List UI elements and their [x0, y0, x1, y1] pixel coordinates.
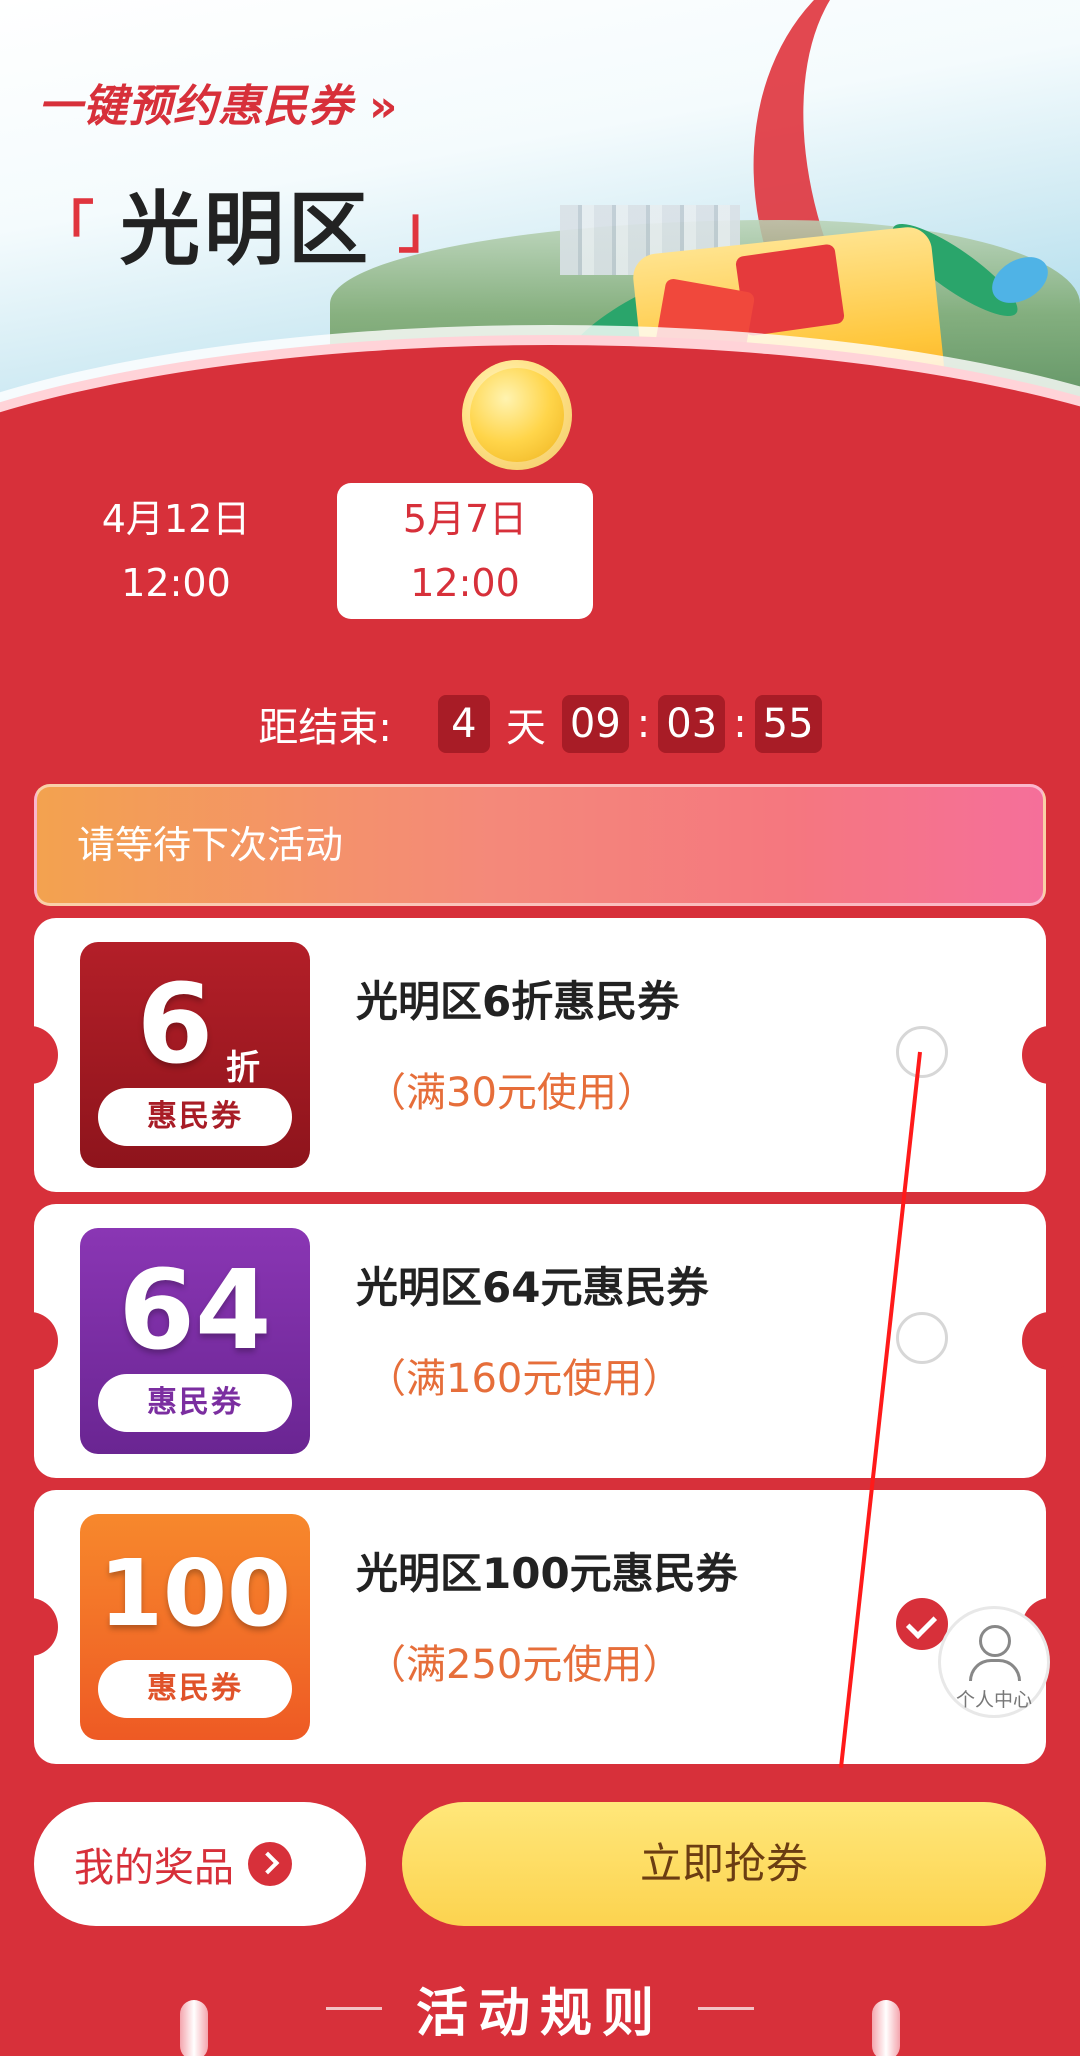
hanger-peg-decoration: [872, 2000, 900, 2056]
rules-title[interactable]: 活动规则: [416, 1971, 664, 2046]
date-tab-day: 5月7日: [402, 497, 528, 541]
rules-section-header: 活动规则: [0, 1960, 1080, 2056]
countdown-separator: :: [733, 701, 747, 747]
coupon-notch: [2, 1026, 58, 1084]
coupon-condition: （满160元使用）: [366, 1356, 683, 1402]
my-prizes-button[interactable]: 我的奖品: [34, 1802, 366, 1926]
date-tab-day: 4月12日: [101, 497, 251, 541]
coupon-badge-value: 6: [136, 960, 214, 1088]
bracket-open: 「: [38, 195, 94, 261]
coupon-notch: [2, 1598, 58, 1656]
countdown-label: 距结束:: [258, 705, 392, 751]
banner-title-text: 一键预约惠民券: [38, 81, 353, 132]
district-name: 光明区: [120, 183, 372, 276]
coupon-badge-unit: 折: [226, 1048, 260, 1088]
countdown-separator: :: [636, 701, 651, 747]
date-tab-apr12[interactable]: 4月12日 12:00: [48, 483, 304, 619]
coupon-condition: （满30元使用）: [366, 1070, 657, 1116]
countdown-timer: 距结束: 4 天 09 : 03 : 55: [0, 695, 1080, 753]
grab-coupon-button[interactable]: 立即抢券: [402, 1802, 1046, 1926]
coupon-select-radio[interactable]: [896, 1312, 948, 1364]
banner: 一键预约惠民券 » 「 光明区 」: [0, 0, 1080, 470]
date-tab-time: 12:00: [121, 561, 231, 605]
coupon-badge-label: 惠民券: [98, 1088, 292, 1146]
user-icon: [979, 1625, 1011, 1657]
coupon-badge-value: 64: [118, 1246, 272, 1374]
personal-center-button[interactable]: 个人中心: [938, 1606, 1050, 1718]
coupon-title: 光明区64元惠民券: [356, 1263, 709, 1312]
activity-status-bar: 请等待下次活动: [34, 784, 1046, 906]
countdown-days-unit: 天: [505, 705, 546, 751]
coupon-card[interactable]: 64 惠民券 光明区64元惠民券 （满160元使用）: [2, 1204, 1078, 1478]
coupon-notch: [2, 1312, 58, 1370]
countdown-days: 4: [437, 695, 490, 753]
district-heading: 「 光明区 」: [38, 165, 454, 281]
coupon-condition: （满250元使用）: [366, 1642, 683, 1688]
divider: [325, 2006, 382, 2010]
hanger-peg-decoration: [180, 2000, 208, 2056]
double-arrow-icon: »: [369, 81, 399, 132]
divider: [698, 2006, 754, 2010]
countdown-seconds: 55: [754, 695, 822, 753]
coupon-badge-label: 惠民券: [98, 1374, 292, 1432]
coupon-card[interactable]: 6 折 惠民券 光明区6折惠民券 （满30元使用）: [2, 918, 1078, 1192]
red-envelope-illustration: [734, 243, 846, 337]
personal-center-label: 个人中心: [955, 1689, 1032, 1711]
coupon-badge: 100 惠民券: [80, 1514, 310, 1740]
coupon-notch: [1022, 1026, 1078, 1084]
bracket-close: 」: [398, 195, 454, 261]
coupon-badge: 6 折 惠民券: [80, 942, 310, 1168]
coupon-badge: 64 惠民券: [80, 1228, 310, 1454]
banner-title: 一键预约惠民券 »: [38, 70, 398, 134]
coupon-title: 光明区6折惠民券: [356, 977, 680, 1026]
countdown-hours: 09: [561, 695, 629, 753]
date-tab-may7[interactable]: 5月7日 12:00: [337, 483, 593, 619]
coupon-notch: [1022, 1312, 1078, 1370]
countdown-minutes: 03: [658, 695, 726, 753]
date-tab-time: 12:00: [410, 561, 520, 605]
my-prizes-label: 我的奖品: [74, 1845, 234, 1891]
gold-coin-illustration: [462, 360, 572, 470]
coupon-badge-value: 100: [98, 1540, 292, 1647]
coupon-card[interactable]: 100 惠民券 光明区100元惠民券 （满250元使用）: [2, 1490, 1078, 1764]
coupon-title: 光明区100元惠民券: [356, 1549, 738, 1598]
user-icon-body: [969, 1659, 1021, 1681]
chevron-right-icon: [248, 1842, 292, 1886]
coupon-select-radio-checked[interactable]: [896, 1598, 948, 1650]
coupon-badge-label: 惠民券: [98, 1660, 292, 1718]
